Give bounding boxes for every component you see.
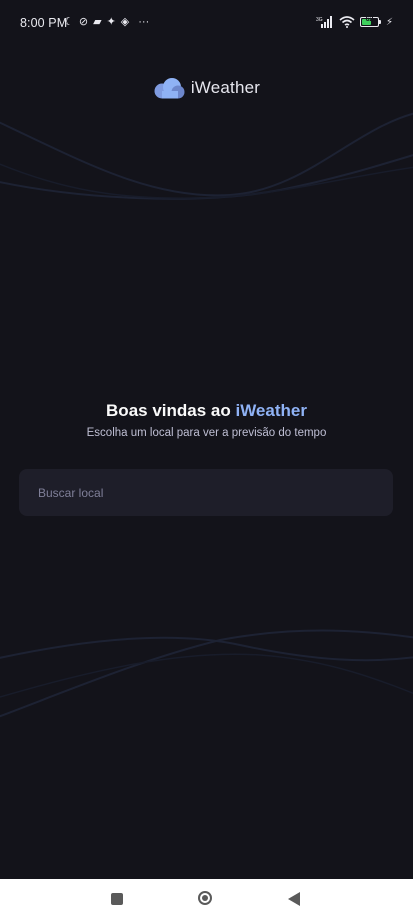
status-bar: 8:00 PM ☾ ⊘ ▰ ✦ ◈ ··· 3G 62 ⚡ (0, 0, 413, 44)
battery-level: 62 (365, 16, 374, 23)
background-waves (0, 112, 413, 718)
battery-icon: 62 (359, 16, 381, 27)
square-icon (111, 893, 123, 905)
more-icon: ··· (138, 16, 150, 28)
circle-icon (198, 891, 212, 905)
status-icons-right: 3G 62 ⚡ (316, 14, 393, 30)
welcome-subtitle: Escolha um local para ver a previsão do … (86, 427, 327, 439)
background-wave (0, 163, 413, 199)
welcome-title: Boas vindas ao iWeather (0, 401, 413, 421)
location-icon: ◈ (120, 16, 130, 28)
background-wave (0, 112, 413, 197)
logo-text: iWeather (190, 78, 261, 97)
network-type-label: 3G (316, 17, 323, 23)
app-logo: iWeather (0, 77, 413, 99)
background-wave (0, 653, 413, 698)
welcome-section: Boas vindas ao iWeather Escolha um local… (0, 401, 413, 439)
app-screen: 8:00 PM ☾ ⊘ ▰ ✦ ◈ ··· 3G 62 ⚡ iWeather B… (0, 0, 413, 919)
moon-icon: ☾ (64, 16, 74, 28)
home-button[interactable] (198, 891, 214, 907)
cloud-logo-icon (154, 78, 185, 99)
message-icon: ▰ (93, 16, 102, 28)
search-input[interactable] (36, 468, 376, 517)
sparkle-icon: ✦ (106, 16, 116, 28)
status-icons-left: ☾ ⊘ ▰ ✦ ◈ ··· (64, 14, 149, 30)
signal-icon: 3G (316, 16, 332, 28)
charging-icon: ⚡ (385, 16, 393, 28)
search-box[interactable] (19, 468, 393, 517)
background-wave (0, 154, 413, 200)
welcome-title-brand: iWeather (235, 401, 307, 420)
background-wave (0, 629, 413, 718)
triangle-back-icon (288, 892, 300, 906)
wifi-icon (339, 16, 355, 28)
notifications-off-icon: ⊘ (78, 16, 89, 28)
status-time: 8:00 PM (20, 16, 68, 30)
back-button[interactable] (288, 891, 304, 907)
welcome-title-prefix: Boas vindas ao (106, 401, 236, 420)
recents-button[interactable] (109, 891, 125, 907)
background-wave (0, 636, 413, 662)
system-navigation-bar (0, 879, 413, 919)
